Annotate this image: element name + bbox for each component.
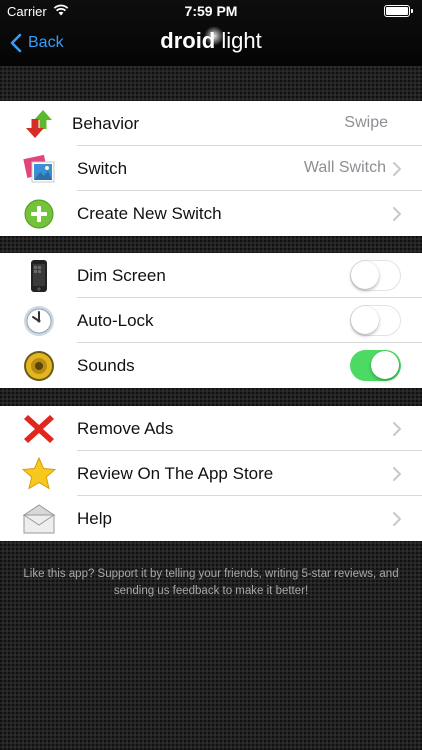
chevron-right-icon [393, 207, 401, 221]
remove-ads-row[interactable]: Remove Ads [0, 406, 422, 451]
behavior-value: Swipe [344, 114, 388, 131]
envelope-icon [22, 504, 56, 534]
red-x-icon [24, 415, 54, 443]
chevron-right-icon [393, 422, 401, 436]
behavior-row[interactable]: Behavior Swipe [0, 101, 422, 146]
remove-ads-label: Remove Ads [77, 419, 174, 438]
app-links-section: Remove Ads Review On The App Store Help [0, 406, 422, 541]
toggle-knob [351, 306, 379, 334]
footer-message: Like this app? Support it by telling you… [23, 568, 399, 597]
logo-bold-text: droid [160, 28, 216, 53]
up-down-arrows-icon [26, 110, 52, 138]
phone-icon [31, 260, 47, 292]
behavior-label: Behavior [72, 114, 140, 133]
chevron-right-icon [393, 467, 401, 481]
help-label: Help [77, 509, 112, 528]
help-row[interactable]: Help [0, 496, 422, 541]
review-label: Review On The App Store [77, 464, 274, 483]
dim-screen-label: Dim Screen [77, 266, 166, 285]
status-bar: Carrier 7:59 PM [0, 0, 422, 22]
chevron-right-icon [393, 512, 401, 526]
battery-icon [384, 5, 414, 17]
switch-row[interactable]: Switch Wall Switch [0, 146, 422, 191]
logo-light-text: light [215, 28, 262, 53]
app-logo: droid light [0, 28, 422, 54]
clock-icon [24, 306, 54, 336]
top-bar: Carrier 7:59 PM Back droid light [0, 0, 422, 66]
green-plus-icon [24, 199, 54, 229]
chevron-right-icon [393, 162, 401, 176]
auto-lock-toggle[interactable] [350, 305, 401, 336]
toggle-knob [371, 351, 399, 379]
sounds-label: Sounds [77, 356, 135, 375]
switch-value: Wall Switch [303, 159, 386, 176]
switch-settings-section: Behavior Swipe Switch Wall Switch Create… [0, 101, 422, 236]
star-icon [22, 457, 56, 490]
create-new-switch-label: Create New Switch [77, 204, 222, 223]
auto-lock-label: Auto-Lock [77, 311, 154, 330]
dim-screen-row: Dim Screen [0, 253, 422, 298]
photos-icon [23, 154, 55, 183]
create-new-switch-row[interactable]: Create New Switch [0, 191, 422, 236]
clock-time: 7:59 PM [184, 3, 238, 19]
review-row[interactable]: Review On The App Store [0, 451, 422, 496]
device-settings-section: Dim Screen Auto-Lock Sounds [0, 253, 422, 388]
sounds-toggle[interactable] [350, 350, 401, 381]
sounds-row: Sounds [0, 343, 422, 388]
speaker-icon [24, 351, 54, 381]
dim-screen-toggle[interactable] [350, 260, 401, 291]
toggle-knob [351, 261, 379, 289]
auto-lock-row: Auto-Lock [0, 298, 422, 343]
switch-label: Switch [77, 159, 128, 178]
